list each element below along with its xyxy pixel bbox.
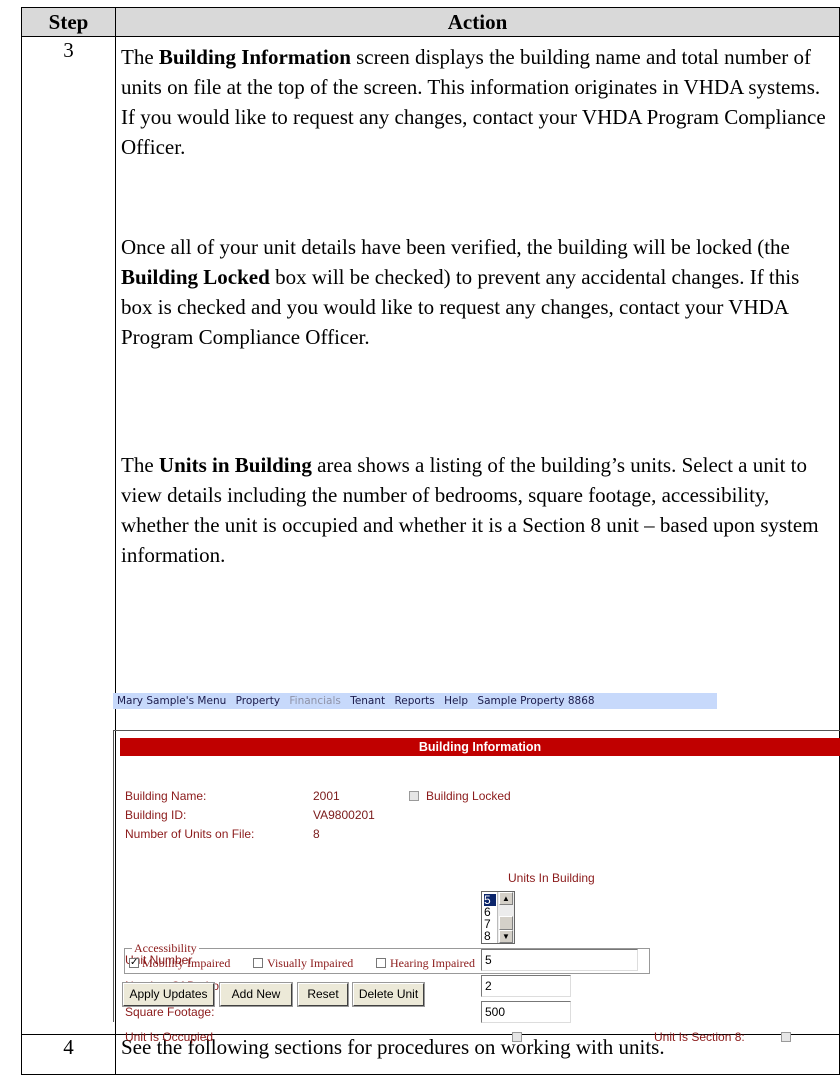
bold-term: Building Information — [158, 45, 351, 69]
accessibility-legend: Accessibility — [132, 941, 199, 955]
form-lower-section: Accessibility ✓ Mobility Impaired Visual… — [113, 730, 840, 1022]
text: The — [121, 453, 159, 477]
menu-item-property[interactable]: Property — [236, 695, 280, 707]
section8-checkbox[interactable] — [781, 1032, 791, 1042]
section8-label: Unit Is Section 8: — [654, 1030, 745, 1044]
hearing-impaired-label: Hearing Impaired — [390, 956, 475, 970]
delete-unit-button[interactable]: Delete Unit — [352, 982, 425, 1007]
menu-item-help[interactable]: Help — [444, 695, 468, 707]
apply-updates-button[interactable]: Apply Updates — [122, 982, 215, 1007]
header-step: Step — [22, 8, 116, 36]
text: Once all of your unit details have been … — [121, 235, 790, 259]
header-action: Action — [447, 10, 508, 34]
visually-impaired-label: Visually Impaired — [267, 956, 354, 970]
menu-item-reports[interactable]: Reports — [394, 695, 434, 707]
visually-impaired-checkbox[interactable] — [253, 958, 263, 968]
checkmark-icon: ✓ — [130, 957, 139, 968]
paragraph-building-locked: Once all of your unit details have been … — [121, 232, 831, 352]
unit-occupied-checkbox[interactable] — [512, 1032, 522, 1042]
mobility-impaired-label: Mobility Impaired — [142, 956, 231, 970]
menu-item-user-menu[interactable]: Mary Sample's Menu — [117, 695, 226, 707]
reset-button[interactable]: Reset — [297, 982, 349, 1007]
unit-occupied-label: Unit Is Occupied — [125, 1030, 214, 1044]
menu-item-financials[interactable]: Financials — [289, 695, 340, 707]
add-new-button[interactable]: Add New — [219, 982, 293, 1007]
app-menu-bar: Mary Sample's Menu Property Financials T… — [113, 693, 717, 709]
hearing-impaired-checkbox[interactable] — [376, 958, 386, 968]
step-number: 4 — [22, 1035, 116, 1074]
mobility-impaired-checkbox[interactable]: ✓ — [129, 958, 139, 968]
bold-term: Building Locked — [121, 265, 270, 289]
paragraph-units-in-building: The Units in Building area shows a listi… — [121, 450, 831, 570]
paragraph-building-info: The Building Information screen displays… — [121, 42, 831, 162]
text: The — [121, 45, 159, 69]
bold-term: Units in Building — [158, 453, 312, 477]
step-number: 3 — [22, 37, 116, 1034]
table-header-row: Step Action — [22, 8, 839, 37]
menu-item-property-name[interactable]: Sample Property 8868 — [477, 695, 594, 707]
accessibility-fieldset: Accessibility ✓ Mobility Impaired Visual… — [124, 941, 650, 974]
menu-item-tenant[interactable]: Tenant — [350, 695, 385, 707]
